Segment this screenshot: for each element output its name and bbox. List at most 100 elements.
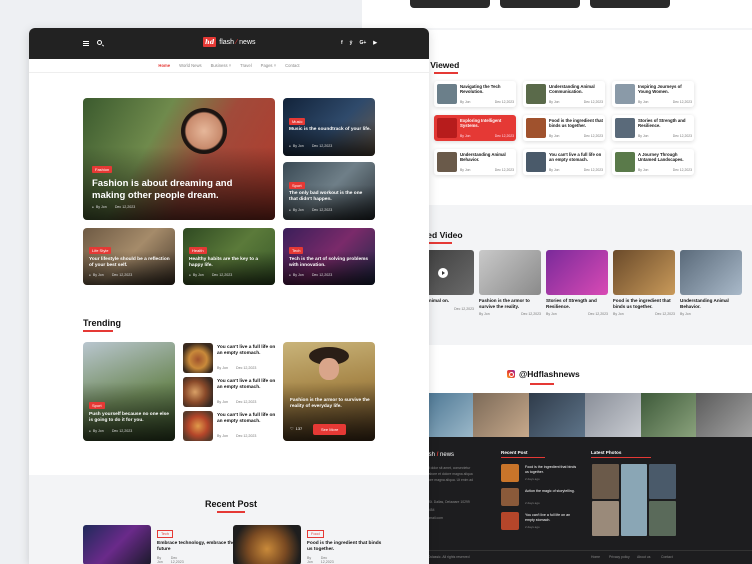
footer-photo[interactable] bbox=[620, 464, 648, 536]
trending-main-article[interactable]: Sport Push yourself because no one else … bbox=[83, 342, 175, 441]
side-article[interactable]: Music Music is the soundtrack of your li… bbox=[283, 98, 375, 156]
article-title[interactable]: Food is the ingredient that binds us tog… bbox=[307, 541, 387, 553]
category-badge[interactable]: Life Style bbox=[89, 247, 112, 254]
category-badge[interactable]: Sport bbox=[89, 402, 105, 409]
footer-link-privacy[interactable]: Privacy policy bbox=[609, 555, 630, 559]
video-title[interactable]: Stories of Strength and Resilience. bbox=[546, 298, 608, 309]
site-logo[interactable]: hd flash ⁄ news bbox=[203, 37, 256, 47]
footer-photo[interactable] bbox=[649, 501, 676, 536]
most-viewed-item[interactable]: Inspiring Journeys of Young Women. By Jon… bbox=[612, 81, 694, 107]
category-badge[interactable]: Sport bbox=[289, 182, 305, 189]
featured-video-card[interactable]: Food is the ingredient that binds us tog… bbox=[613, 250, 675, 316]
category-badge[interactable]: Music bbox=[289, 118, 306, 125]
footer-recent-post[interactable]: You can't live a full life on an empty s… bbox=[501, 512, 581, 530]
article-title[interactable]: Navigating the Tech Revolution. bbox=[460, 84, 514, 94]
video-thumb[interactable] bbox=[410, 0, 490, 8]
article-title[interactable]: You can't live a full life on an empty s… bbox=[217, 379, 277, 391]
article-title[interactable]: Food is the ingredient that binds us tog… bbox=[525, 465, 580, 474]
article-title[interactable]: You can't live a full life on an empty s… bbox=[217, 413, 277, 425]
article-title[interactable]: You can't live a full life on an empty s… bbox=[525, 513, 580, 522]
menu-item-worldnews[interactable]: World News bbox=[179, 63, 202, 72]
video-title[interactable]: Food is the ingredient that binds us tog… bbox=[613, 298, 675, 309]
category-badge[interactable]: Tech bbox=[157, 530, 174, 538]
trending-list-item[interactable]: You can't live a full life on an empty s… bbox=[183, 411, 278, 441]
video-thumb[interactable] bbox=[479, 250, 541, 295]
footer-photo[interactable] bbox=[592, 501, 619, 536]
article-title[interactable]: You can't live a full life on an empty s… bbox=[217, 345, 277, 357]
insta-photo[interactable] bbox=[529, 393, 585, 437]
trending-list-item[interactable]: You can't live a full life on an empty s… bbox=[183, 343, 278, 373]
row-article[interactable]: Health Healthy habits are the key to a h… bbox=[183, 228, 275, 285]
footer-photo[interactable] bbox=[649, 464, 676, 499]
video-thumb[interactable] bbox=[613, 250, 675, 295]
trending-list-item[interactable]: You can't live a full life on an empty s… bbox=[183, 377, 278, 407]
article-title[interactable]: Stories of Strength and Resilience. bbox=[638, 118, 692, 128]
insta-photo[interactable] bbox=[584, 393, 641, 437]
instagram-title[interactable]: @Hdflashnews bbox=[507, 369, 580, 379]
hero-title[interactable]: Fashion is about dreaming and making oth… bbox=[92, 178, 252, 201]
featured-video-card[interactable]: Understanding Animal Behavior. By Jon bbox=[680, 250, 742, 316]
most-viewed-item[interactable]: Stories of Strength and Resilience. By Jo… bbox=[612, 115, 694, 141]
video-title[interactable]: Fashion is the armor to survive the real… bbox=[479, 298, 541, 309]
menu-item-contact[interactable]: Contact bbox=[285, 63, 299, 72]
footer-recent-post[interactable]: Food is the ingredient that binds us tog… bbox=[501, 464, 581, 482]
article-title[interactable]: Inspiring Journeys of Young Women. bbox=[638, 84, 692, 94]
like-counter[interactable]: ♡ 137 bbox=[290, 426, 302, 431]
most-viewed-item[interactable]: Exploring Intelligent Systems. By Jon Dec … bbox=[434, 115, 516, 141]
article-title[interactable]: You can't live a full life on an empty s… bbox=[549, 152, 603, 162]
article-title[interactable]: Tech is the art of solving problems with… bbox=[289, 257, 371, 269]
video-thumb[interactable] bbox=[546, 250, 608, 295]
most-viewed-item[interactable]: Food is the ingredient that binds us tog… bbox=[523, 115, 605, 141]
insta-photo[interactable] bbox=[696, 393, 752, 437]
video-title[interactable]: Understanding Animal Behavior. bbox=[680, 298, 742, 309]
menu-icon[interactable] bbox=[83, 41, 89, 46]
article-title[interactable]: Music is the soundtrack of your life. bbox=[289, 127, 371, 133]
category-badge[interactable]: Tech bbox=[289, 247, 304, 254]
video-thumb[interactable] bbox=[590, 0, 670, 8]
most-viewed-item[interactable]: A Journey Through Untamed Landscapes. By … bbox=[612, 149, 694, 175]
menu-item-travel[interactable]: Travel bbox=[240, 63, 251, 72]
most-viewed-item[interactable]: Navigating the Tech Revolution. By Jon Dec… bbox=[434, 81, 516, 107]
footer-link-about[interactable]: About us bbox=[637, 555, 650, 559]
video-thumb[interactable] bbox=[680, 250, 742, 295]
facebook-icon[interactable]: f bbox=[341, 40, 343, 46]
hero-article[interactable]: Fashion Fashion is about dreaming and ma… bbox=[83, 98, 275, 220]
article-title[interactable]: Understanding Animal Behavior. bbox=[460, 152, 514, 162]
row-article[interactable]: Tech Tech is the art of solving problems… bbox=[283, 228, 375, 285]
footer-link-home[interactable]: Home bbox=[591, 555, 600, 559]
most-viewed-item[interactable]: You can't live a full life on an empty s… bbox=[523, 149, 605, 175]
article-title[interactable]: Understanding Animal Communication. bbox=[549, 84, 603, 94]
video-thumb[interactable] bbox=[500, 0, 580, 8]
article-title[interactable]: The only bad workout is the one that did… bbox=[289, 191, 371, 203]
google-plus-icon[interactable]: G+ bbox=[359, 40, 366, 46]
insta-photo[interactable] bbox=[473, 393, 530, 437]
article-title[interactable]: Embrace technology, embrace the future bbox=[157, 541, 237, 553]
footer-recent-post[interactable]: Action the magic of storytelling. 2 days … bbox=[501, 488, 581, 506]
article-title[interactable]: A Journey Through Untamed Landscapes. bbox=[638, 152, 692, 162]
twitter-icon[interactable]: ẏ bbox=[350, 40, 353, 46]
article-title[interactable]: Healthy habits are the key to a happy li… bbox=[189, 257, 271, 269]
most-viewed-item[interactable]: Understanding Animal Communication. By Jo… bbox=[523, 81, 605, 107]
article-title[interactable]: Action the magic of storytelling. bbox=[525, 489, 580, 494]
featured-video-card[interactable]: Fashion is the armor to survive the real… bbox=[479, 250, 541, 316]
category-badge[interactable]: Fashion bbox=[92, 166, 113, 173]
see-more-button[interactable]: See More bbox=[313, 424, 347, 435]
row-article[interactable]: Life Style Your lifestyle should be a re… bbox=[83, 228, 175, 285]
menu-item-business[interactable]: Business ˅ bbox=[211, 63, 232, 72]
youtube-icon[interactable]: ▶ bbox=[373, 40, 377, 46]
side-article[interactable]: Sport The only bad workout is the one th… bbox=[283, 162, 375, 220]
category-badge[interactable]: Health bbox=[189, 247, 207, 254]
menu-item-pages[interactable]: Pages ˅ bbox=[261, 63, 276, 72]
article-title[interactable]: Your lifestyle should be a reflection of… bbox=[89, 257, 171, 269]
footer-photo[interactable] bbox=[592, 464, 619, 499]
most-viewed-item[interactable]: Understanding Animal Behavior. By Jon Dec … bbox=[434, 149, 516, 175]
featured-video-card[interactable]: Stories of Strength and Resilience. By Jo… bbox=[546, 250, 608, 316]
insta-photo[interactable] bbox=[640, 393, 697, 437]
play-icon[interactable] bbox=[438, 267, 448, 278]
article-title[interactable]: Food is the ingredient that binds us tog… bbox=[549, 118, 603, 128]
promo-card[interactable]: Fashion is the armor to survive the real… bbox=[283, 342, 375, 441]
search-icon[interactable] bbox=[97, 40, 102, 45]
article-title[interactable]: Push yourself because no one else is goi… bbox=[89, 412, 173, 424]
category-badge[interactable]: Food bbox=[307, 530, 324, 538]
menu-item-home[interactable]: Home bbox=[158, 63, 170, 72]
